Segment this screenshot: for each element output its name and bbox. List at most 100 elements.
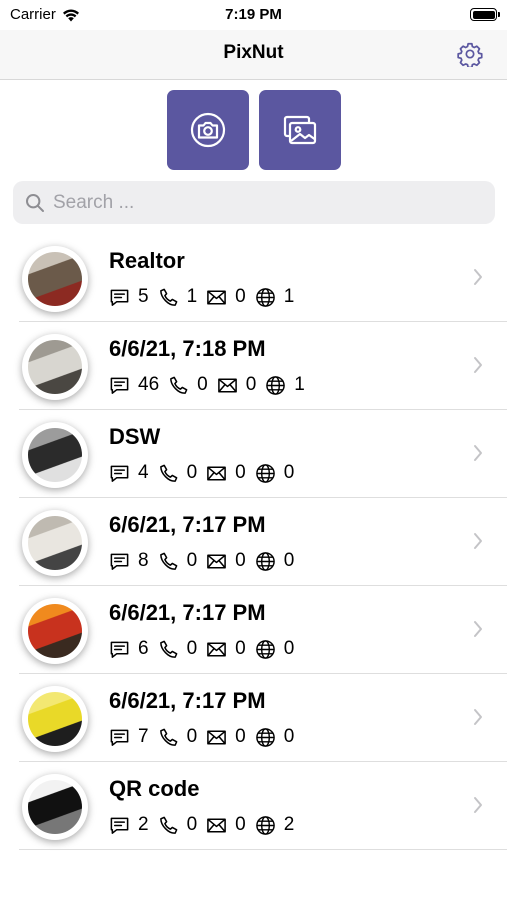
- url-count-value: 0: [283, 726, 295, 747]
- globe-icon: [255, 639, 275, 659]
- email-count-value: 0: [235, 638, 246, 659]
- globe-icon: [266, 375, 286, 395]
- envelope-icon: [207, 730, 227, 744]
- url-count: 0: [255, 462, 294, 484]
- message-icon: [110, 465, 129, 482]
- phone-count: 0: [158, 814, 197, 836]
- phone-count-value: 0: [197, 374, 208, 395]
- email-count: 0: [217, 374, 256, 396]
- battery-icon: [470, 8, 500, 21]
- envelope-icon: [207, 642, 227, 656]
- phone-count: 1: [158, 286, 198, 308]
- search-input[interactable]: [53, 191, 473, 214]
- email-count: 0: [206, 462, 246, 484]
- envelope-icon: [207, 290, 227, 304]
- list-item[interactable]: QR code 2 0 0 2: [0, 762, 507, 850]
- capture-actions: [0, 90, 507, 170]
- search-bar[interactable]: [13, 181, 495, 224]
- camera-button[interactable]: [166, 90, 249, 170]
- thumbnail-image: [28, 780, 82, 834]
- thumbnail: [22, 246, 88, 312]
- item-counts: 46 0 0 1: [109, 374, 314, 396]
- text-count-value: 6: [138, 638, 149, 659]
- url-count: 1: [265, 374, 305, 396]
- chevron-right-icon: [474, 797, 482, 813]
- globe-icon: [255, 551, 275, 571]
- settings-button[interactable]: [457, 41, 483, 69]
- chevron-right-icon: [474, 357, 482, 373]
- thumbnail-image: [28, 516, 82, 570]
- phone-icon: [159, 640, 177, 658]
- thumbnail-image: [28, 692, 82, 746]
- text-count: 5: [109, 286, 149, 308]
- photo-library-button[interactable]: [258, 90, 341, 170]
- page-title: PixNut: [223, 42, 284, 63]
- phone-count: 0: [168, 374, 208, 396]
- text-count: 2: [109, 814, 149, 836]
- message-icon: [110, 377, 129, 394]
- phone-count-value: 0: [186, 462, 198, 483]
- list-item[interactable]: 6/6/21, 7:17 PM 8 0 0 0: [0, 498, 507, 586]
- thumbnail: [22, 774, 88, 840]
- status-time: 7:19 PM: [225, 6, 282, 23]
- text-count-value: 4: [138, 462, 149, 483]
- item-counts: 4 0 0 0: [109, 462, 303, 484]
- thumbnail-image: [28, 252, 82, 306]
- text-count: 46: [109, 374, 159, 396]
- thumbnail: [22, 686, 88, 752]
- phone-count-value: 0: [186, 726, 198, 747]
- gear-icon: [457, 42, 483, 69]
- list-item[interactable]: 6/6/21, 7:17 PM 7 0 0 0: [0, 674, 507, 762]
- list-item[interactable]: 6/6/21, 7:18 PM 46 0 0 1: [0, 322, 507, 410]
- text-count: 4: [109, 462, 149, 484]
- url-count-value: 1: [283, 286, 295, 307]
- message-icon: [110, 553, 129, 570]
- list-item[interactable]: DSW 4 0 0 0: [0, 410, 507, 498]
- navigation-bar: PixNut: [0, 30, 507, 80]
- globe-icon: [255, 463, 275, 483]
- url-count-value: 1: [294, 374, 305, 395]
- phone-count: 0: [158, 726, 198, 748]
- phone-count: 0: [158, 638, 197, 660]
- url-count-value: 0: [283, 638, 295, 659]
- item-title: 6/6/21, 7:17 PM: [109, 600, 266, 625]
- camera-icon: [190, 112, 225, 148]
- thumbnail-image: [28, 604, 82, 658]
- item-title: QR code: [109, 776, 200, 801]
- url-count: 1: [255, 286, 295, 308]
- thumbnail-image: [28, 340, 82, 394]
- envelope-icon: [207, 554, 227, 568]
- thumbnail: [22, 510, 88, 576]
- message-icon: [110, 641, 129, 658]
- chevron-right-icon: [474, 445, 482, 461]
- text-count: 7: [109, 726, 149, 748]
- item-title: Realtor: [109, 248, 185, 273]
- thumbnail: [22, 598, 88, 664]
- globe-icon: [255, 287, 275, 307]
- phone-count-value: 0: [186, 550, 198, 571]
- list-item[interactable]: 6/6/21, 7:17 PM 6 0 0 0: [0, 586, 507, 674]
- message-icon: [110, 729, 129, 746]
- globe-icon: [255, 727, 275, 747]
- chevron-right-icon: [474, 709, 482, 725]
- url-count: 0: [255, 638, 295, 660]
- envelope-icon: [217, 378, 237, 392]
- envelope-icon: [207, 466, 227, 480]
- chevron-right-icon: [474, 269, 482, 285]
- phone-icon: [159, 464, 177, 482]
- email-count-value: 0: [235, 286, 246, 307]
- email-count-value: 0: [235, 462, 246, 483]
- list-item[interactable]: Realtor 5 1 0 1: [0, 234, 507, 322]
- chevron-right-icon: [474, 621, 482, 637]
- item-title: 6/6/21, 7:17 PM: [109, 688, 266, 713]
- email-count: 0: [206, 814, 246, 836]
- phone-count-value: 1: [186, 286, 198, 307]
- phone-icon: [159, 816, 177, 834]
- url-count: 0: [255, 550, 295, 572]
- text-count-value: 46: [138, 374, 160, 395]
- text-count-value: 2: [138, 814, 149, 835]
- photos-icon: [283, 115, 316, 145]
- email-count-value: 0: [235, 550, 246, 571]
- text-count-value: 8: [138, 550, 149, 571]
- url-count-value: 0: [283, 550, 295, 571]
